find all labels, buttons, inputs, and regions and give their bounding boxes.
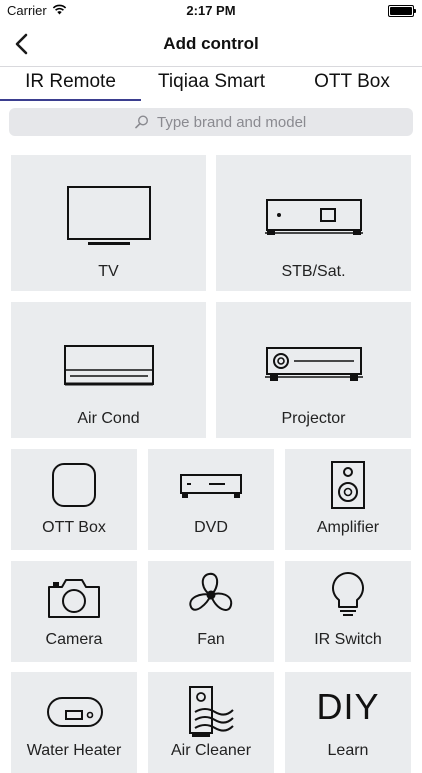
tab-tiqiaa-smart[interactable]: Tiqiaa Smart bbox=[141, 71, 282, 93]
device-label: Camera bbox=[45, 631, 103, 648]
search-input[interactable] bbox=[157, 108, 397, 136]
search-icon bbox=[135, 115, 149, 129]
device-tile-tv[interactable]: TV bbox=[11, 155, 206, 291]
device-label: Air Cond bbox=[77, 410, 140, 427]
set-top-box-icon bbox=[265, 199, 363, 235]
device-label: TV bbox=[98, 263, 119, 280]
device-label: OTT Box bbox=[42, 519, 106, 536]
device-label: Fan bbox=[197, 631, 225, 648]
device-label: Amplifier bbox=[316, 519, 380, 536]
speaker-icon bbox=[331, 461, 365, 509]
device-label: Projector bbox=[281, 410, 346, 427]
search-bar[interactable] bbox=[9, 108, 413, 136]
dvd-player-icon bbox=[180, 474, 242, 498]
light-bulb-icon bbox=[332, 572, 364, 616]
air-conditioner-icon bbox=[64, 345, 154, 386]
device-tile-learn[interactable]: DIY Learn bbox=[285, 672, 411, 773]
device-tile-water-heater[interactable]: Water Heater bbox=[11, 672, 137, 773]
device-tile-air-cond[interactable]: Air Cond bbox=[11, 302, 206, 438]
device-label: Air Cleaner bbox=[170, 742, 252, 759]
fan-icon bbox=[189, 572, 233, 611]
status-time: 2:17 PM bbox=[186, 3, 236, 18]
device-label: IR Switch bbox=[314, 631, 382, 648]
device-tile-air-cleaner[interactable]: Air Cleaner bbox=[148, 672, 274, 773]
water-heater-icon bbox=[47, 697, 103, 727]
device-tile-projector[interactable]: Projector bbox=[216, 302, 411, 438]
tv-icon bbox=[67, 186, 151, 245]
device-label: Learn bbox=[327, 742, 369, 759]
device-tile-ir-switch[interactable]: IR Switch bbox=[285, 561, 411, 662]
ott-box-icon bbox=[52, 463, 96, 507]
projector-icon bbox=[265, 347, 363, 381]
page-title: Add control bbox=[163, 34, 259, 53]
selected-tab-indicator bbox=[0, 99, 141, 101]
diy-icon: DIY bbox=[316, 686, 380, 727]
device-tile-camera[interactable]: Camera bbox=[11, 561, 137, 662]
tab-ott-box[interactable]: OTT Box bbox=[282, 71, 422, 93]
device-tile-stb[interactable]: STB/Sat. bbox=[216, 155, 411, 291]
tab-ir-remote[interactable]: IR Remote bbox=[0, 71, 141, 93]
device-tile-amplifier[interactable]: Amplifier bbox=[285, 449, 411, 550]
navigation-bar: Add control bbox=[0, 22, 422, 67]
device-label: Water Heater bbox=[26, 742, 122, 759]
device-label: STB/Sat. bbox=[281, 263, 346, 280]
battery-icon bbox=[388, 5, 416, 17]
device-label: DVD bbox=[194, 519, 228, 536]
device-tile-ott-box[interactable]: OTT Box bbox=[11, 449, 137, 550]
device-tile-dvd[interactable]: DVD bbox=[148, 449, 274, 550]
camera-icon bbox=[48, 579, 100, 618]
air-cleaner-icon bbox=[189, 686, 234, 737]
status-bar: Carrier 2:17 PM bbox=[0, 0, 422, 22]
device-tile-fan[interactable]: Fan bbox=[148, 561, 274, 662]
category-tabs: IR Remote Tiqiaa Smart OTT Box bbox=[0, 67, 422, 101]
